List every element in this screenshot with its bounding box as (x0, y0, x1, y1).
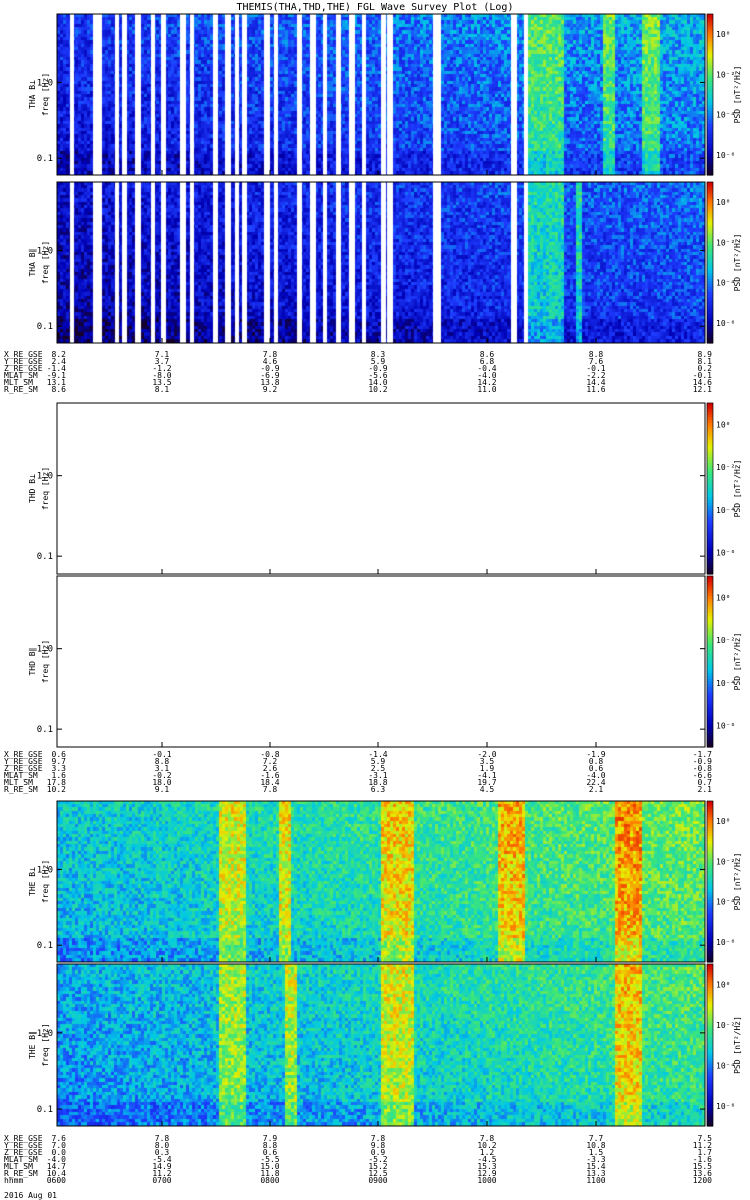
colorbar-label: PSD [nT²/Hz] (733, 66, 742, 124)
panel-ylabel: THA B⊥ (28, 80, 37, 109)
colorbar-tick-label: 10⁰ (716, 30, 730, 39)
ephemeris-value: 0800 (260, 1176, 279, 1185)
colorbar-label: PSD [nT²/Hz] (733, 633, 742, 691)
colorbar: 10⁰10⁻²10⁻⁴10⁻⁶PSD [nT²/Hz] (706, 402, 742, 575)
panel-the-bperp: 1.00.1THE B⊥ freq [Hz]10⁰10⁻²10⁻⁴10⁻⁶PSD … (28, 800, 742, 963)
colorbar-label: PSD [nT²/Hz] (733, 1016, 742, 1074)
colorbar-tick-label: 10⁻⁶ (716, 722, 735, 731)
ephemeris-value: 2.1 (589, 785, 604, 794)
panel-ylabel: THE B⊥ (28, 867, 37, 896)
spectrogram-image (57, 14, 705, 175)
ephemeris-value: 0600 (47, 1176, 66, 1185)
panel-ylabel: THD B⊥ (28, 474, 37, 503)
wave-survey-figure: THEMIS(THA,THD,THE) FGL Wave Survey Plot… (4, 2, 742, 1200)
y-tick-label: 0.1 (37, 322, 53, 332)
colorbar: 10⁰10⁻²10⁻⁴10⁻⁶PSD [nT²/Hz] (706, 13, 742, 176)
panel-frame (56, 575, 706, 748)
colorbar-tick-label: 10⁻⁶ (716, 319, 735, 328)
y-tick-label: 0.1 (37, 552, 53, 562)
panel-ylabel: THD B∥ (28, 647, 37, 675)
y-tick-label: 0.1 (37, 154, 53, 164)
spectrogram-image (57, 182, 705, 343)
ephemeris-value: 1000 (477, 1176, 496, 1185)
ephemeris-value: 9.1 (155, 785, 170, 794)
colorbar: 10⁰10⁻²10⁻⁴10⁻⁶PSD [nT²/Hz] (706, 800, 742, 963)
plot-title: THEMIS(THA,THD,THE) FGL Wave Survey Plot… (237, 2, 514, 13)
panel-thd-bpar: 1.00.1THD B∥ freq [Hz]10⁰10⁻²10⁻⁴10⁻⁶PSD … (28, 575, 742, 748)
ephemeris-label: hhmm (4, 1176, 23, 1185)
spectrogram-image (57, 801, 705, 962)
ephemeris-value: 6.3 (371, 785, 386, 794)
y-tick-label: 0.1 (37, 941, 53, 951)
colorbar-label: PSD [nT²/Hz] (733, 460, 742, 518)
ephemeris-value: 0700 (152, 1176, 171, 1185)
colorbar-tick-label: 10⁻⁶ (716, 151, 735, 160)
panel-tha-bpar: 1.00.1THA B∥ freq [Hz]10⁰10⁻²10⁻⁴10⁻⁶PSD … (28, 181, 742, 344)
panel-freq-label: freq [Hz] (41, 640, 50, 683)
colorbar-tick-label: 10⁻⁶ (716, 549, 735, 558)
panel-freq-label: freq [Hz] (41, 73, 50, 116)
panel-freq-label: freq [Hz] (41, 860, 50, 903)
ephemeris-value: 8.1 (155, 385, 170, 394)
y-tick-label: 0.1 (37, 725, 53, 735)
panel-ylabel: THA B∥ (28, 248, 37, 276)
colorbar: 10⁰10⁻²10⁻⁴10⁻⁶PSD [nT²/Hz] (706, 181, 742, 344)
ephemeris-block: X_RE_GSE 0.6 -0.1 -0.8 -1.4 -2.0 -1.9 -1.7Y_RE_… (4, 750, 712, 794)
ephemeris-value: 11.6 (586, 385, 605, 394)
ephemeris-value: 11.0 (477, 385, 496, 394)
colorbar-tick-label: 10⁰ (716, 817, 730, 826)
ephemeris-label: R_RE_SM (4, 785, 38, 794)
ephemeris-label: R_RE_SM (4, 385, 38, 394)
spectrogram-image (57, 964, 705, 1126)
ephemeris-block: X_RE_GSE 7.6 7.8 7.9 7.8 7.8 7.7 7.5Y_RE_GSE 7.0… (4, 1134, 712, 1185)
ephemeris-value: 12.1 (693, 385, 712, 394)
ephemeris-value: 1100 (586, 1176, 605, 1185)
ephemeris-value: 7.8 (263, 785, 278, 794)
panel-frame (56, 402, 706, 575)
ephemeris-value: 10.2 (47, 785, 66, 794)
panel-tha-bperp: 1.00.1THA B⊥ freq [Hz]10⁰10⁻²10⁻⁴10⁻⁶PSD … (28, 13, 742, 176)
colorbar: 10⁰10⁻²10⁻⁴10⁻⁶PSD [nT²/Hz] (706, 963, 742, 1127)
ephemeris-block: X_RE_GSE 8.2 7.1 7.8 8.3 8.6 8.8 8.9Y_RE_GSE 2.4… (4, 350, 712, 394)
panel-freq-label: freq [Hz] (41, 1023, 50, 1066)
colorbar: 10⁰10⁻²10⁻⁴10⁻⁶PSD [nT²/Hz] (706, 575, 742, 748)
colorbar-label: PSD [nT²/Hz] (733, 853, 742, 911)
ephemeris-value: 9.2 (263, 385, 278, 394)
spectrogram-panels: 1.00.1THA B⊥ freq [Hz]10⁰10⁻²10⁻⁴10⁻⁶PSD … (28, 13, 742, 1127)
colorbar-tick-label: 10⁰ (716, 198, 730, 207)
panel-ylabel: THE B∥ (28, 1031, 37, 1059)
colorbar-tick-label: 10⁻⁶ (716, 1102, 735, 1111)
panel-freq-label: freq [Hz] (41, 467, 50, 510)
panel-freq-label: freq [Hz] (41, 241, 50, 284)
colorbar-tick-label: 10⁰ (716, 420, 730, 429)
ephemeris-value: 2.1 (698, 785, 713, 794)
ephemeris-value: 10.2 (368, 385, 387, 394)
colorbar-tick-label: 10⁻⁶ (716, 938, 735, 947)
ephemeris-value: 4.5 (480, 785, 495, 794)
panel-the-bpar: 1.00.1THE B∥ freq [Hz]10⁰10⁻²10⁻⁴10⁻⁶PSD … (28, 963, 742, 1127)
ephemeris-value: 0900 (368, 1176, 387, 1185)
colorbar-tick-label: 10⁰ (716, 980, 730, 989)
colorbar-label: PSD [nT²/Hz] (733, 234, 742, 292)
colorbar-tick-label: 10⁰ (716, 593, 730, 602)
panel-thd-bperp: 1.00.1THD B⊥ freq [Hz]10⁰10⁻²10⁻⁴10⁻⁶PSD … (28, 402, 742, 575)
date-label: 2016 Aug 01 (4, 1191, 57, 1200)
ephemeris-value: 1200 (693, 1176, 712, 1185)
y-tick-label: 0.1 (37, 1105, 53, 1115)
ephemeris-value: 8.6 (52, 385, 67, 394)
